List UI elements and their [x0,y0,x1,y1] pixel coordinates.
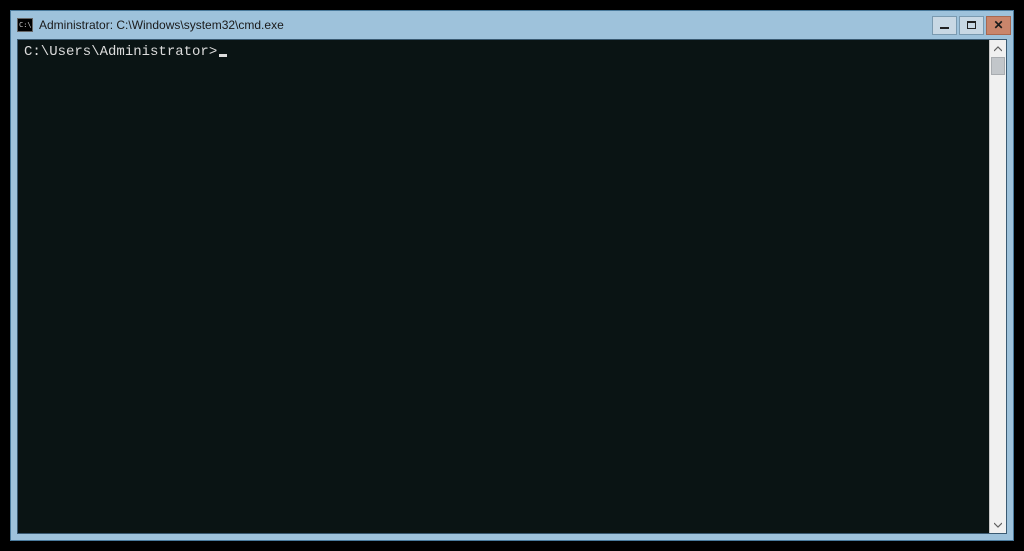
window-controls: ✕ [932,16,1011,35]
console-output[interactable]: C:\Users\Administrator> [18,40,989,533]
chevron-up-icon [994,46,1002,52]
scroll-track[interactable] [990,57,1006,516]
cursor [219,54,227,57]
cmd-window: C:\ Administrator: C:\Windows\system32\c… [10,10,1014,541]
maximize-button[interactable] [959,16,984,35]
client-area: C:\Users\Administrator> [17,39,1007,534]
scroll-down-button[interactable] [990,516,1006,533]
close-button[interactable]: ✕ [986,16,1011,35]
vertical-scrollbar[interactable] [989,40,1006,533]
prompt-text: C:\Users\Administrator> [24,44,217,60]
cmd-icon: C:\ [17,18,33,32]
cmd-icon-text: C:\ [19,22,32,29]
minimize-icon [940,27,949,29]
minimize-button[interactable] [932,16,957,35]
window-title: Administrator: C:\Windows\system32\cmd.e… [39,18,932,32]
close-icon: ✕ [993,19,1003,31]
scroll-up-button[interactable] [990,40,1006,57]
scroll-thumb[interactable] [991,57,1005,75]
maximize-icon [967,21,976,29]
chevron-down-icon [994,522,1002,528]
titlebar[interactable]: C:\ Administrator: C:\Windows\system32\c… [11,11,1013,39]
